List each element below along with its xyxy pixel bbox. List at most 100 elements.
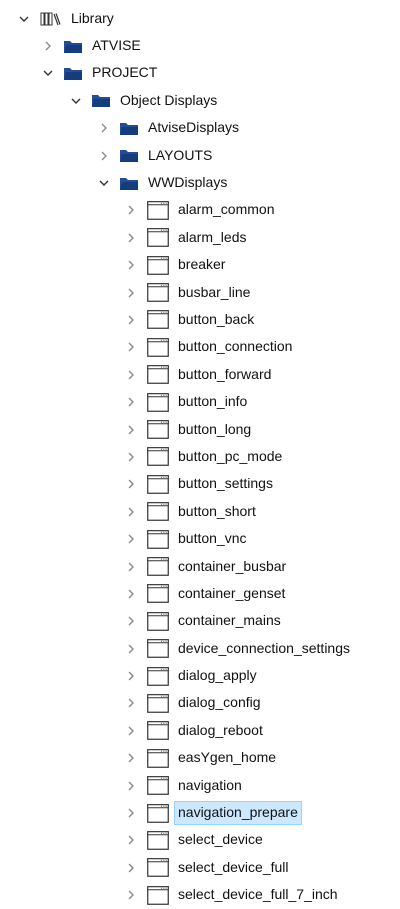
tree-item-label: LAYOUTS [148,146,213,163]
tree-item-label: dialog_config [178,694,261,711]
tree-item-label: button_back [178,310,255,327]
chevron-right-icon[interactable] [124,833,138,847]
chevron-right-icon[interactable] [124,861,138,875]
tree-item-display[interactable]: dialog_apply [0,662,400,689]
display-file-icon [147,885,169,905]
tree-item-label: navigation [178,776,242,793]
chevron-right-icon[interactable] [124,286,138,300]
tree-item-label: PROJECT [92,64,158,81]
chevron-right-icon[interactable] [124,888,138,902]
chevron-right-icon[interactable] [124,751,138,765]
tree-item-label: select_device_full [178,858,289,875]
tree-item-display[interactable]: alarm_leds [0,224,400,251]
tree-item-atvise-displays[interactable]: AtviseDisplays [0,115,400,142]
tree-item-display[interactable]: busbar_line [0,279,400,306]
folder-icon [63,66,83,81]
display-file-icon [147,310,169,330]
tree-item-display[interactable]: dialog_config [0,690,400,717]
tree-item-display[interactable]: dialog_reboot [0,717,400,744]
display-file-icon [147,584,169,604]
tree-item-display[interactable]: container_mains [0,608,400,635]
chevron-down-icon[interactable] [97,176,111,190]
tree-item-display[interactable]: button_short [0,498,400,525]
display-file-icon [147,557,169,576]
chevron-right-icon[interactable] [124,505,138,519]
tree-item-display[interactable]: select_device_full [0,854,400,881]
library-icon [40,12,62,26]
tree-item-label: button_info [178,393,248,410]
chevron-right-icon[interactable] [124,806,138,820]
tree-item-label: Library [71,9,114,26]
chevron-down-icon[interactable] [17,12,31,26]
tree-item-display[interactable]: navigation [0,772,400,799]
chevron-right-icon[interactable] [124,203,138,217]
tree-item-label: WWDisplays [148,174,228,191]
chevron-right-icon[interactable] [124,258,138,272]
tree-item-object-displays[interactable]: Object Displays [0,87,400,114]
tree-item-label: breaker [178,256,226,273]
tree-item-wwdisplays[interactable]: WWDisplays [0,169,400,196]
tree-item-display[interactable]: navigation_prepare [0,799,400,826]
tree-item-display[interactable]: container_genset [0,580,400,607]
tree-item-display[interactable]: select_device_full_7_inch [0,882,400,909]
chevron-right-icon[interactable] [124,587,138,601]
display-list: alarm_common alarm_ledsbreaker busbar_line… [0,197,400,909]
tree-item-layouts[interactable]: LAYOUTS [0,142,400,169]
chevron-right-icon[interactable] [124,231,138,245]
tree-item-label: ATVISE [92,37,141,54]
tree-item-display[interactable]: button_forward [0,361,400,388]
chevron-right-icon[interactable] [97,149,111,163]
display-file-icon [147,776,169,795]
tree-item-atvise[interactable]: ATVISE [0,32,400,59]
chevron-right-icon[interactable] [124,724,138,738]
tree-item-display[interactable]: button_vnc [0,525,400,552]
chevron-right-icon[interactable] [124,395,138,409]
tree-item-display[interactable]: button_long [0,416,400,443]
chevron-right-icon[interactable] [124,696,138,710]
display-file-icon [147,803,169,823]
chevron-right-icon[interactable] [97,121,111,135]
tree-item-display[interactable]: select_device [0,827,400,854]
display-file-icon [147,611,169,631]
chevron-right-icon[interactable] [124,450,138,464]
chevron-down-icon[interactable] [69,94,83,108]
tree-item-display[interactable]: device_connection_settings [0,635,400,662]
tree-item-display[interactable]: container_busbar [0,553,400,580]
chevron-right-icon[interactable] [124,779,138,793]
chevron-right-icon[interactable] [124,560,138,574]
chevron-right-icon[interactable] [124,614,138,628]
tree-item-display[interactable]: breaker [0,252,400,279]
library-tree: Library ATVISE PROJECT Object Displays A… [0,5,400,909]
display-file-icon [147,338,169,357]
folder-icon [119,148,139,163]
tree-item-label: easYgen_home [178,749,277,766]
chevron-right-icon[interactable] [124,477,138,491]
display-file-icon [147,228,169,248]
tree-item-display[interactable]: alarm_common [0,197,400,224]
tree-item-display[interactable]: button_back [0,306,400,333]
display-file-icon [147,721,169,741]
tree-item-display[interactable]: button_info [0,388,400,415]
chevron-right-icon[interactable] [41,39,55,53]
chevron-right-icon[interactable] [124,532,138,546]
tree-item-label: select_device_full_7_inch [178,886,338,903]
chevron-down-icon[interactable] [41,66,55,80]
tree-item-display[interactable]: button_connection [0,334,400,361]
tree-item-label: AtviseDisplays [148,119,240,136]
chevron-right-icon[interactable] [124,642,138,656]
tree-item-display[interactable]: button_settings [0,471,400,498]
tree-item-label: button_pc_mode [178,447,283,464]
tree-item-label: container_genset [178,584,286,601]
tree-item-label: dialog_reboot [178,721,263,738]
chevron-right-icon[interactable] [124,340,138,354]
tree-item-library[interactable]: Library [0,5,400,32]
chevron-right-icon[interactable] [124,368,138,382]
folder-icon [91,93,111,108]
chevron-right-icon[interactable] [124,669,138,683]
chevron-right-icon[interactable] [124,423,138,437]
tree-item-display[interactable]: easYgen_home [0,745,400,772]
chevron-right-icon[interactable] [124,313,138,327]
display-file-icon [147,201,169,220]
tree-item-display[interactable]: button_pc_mode [0,443,400,470]
tree-item-project[interactable]: PROJECT [0,60,400,87]
